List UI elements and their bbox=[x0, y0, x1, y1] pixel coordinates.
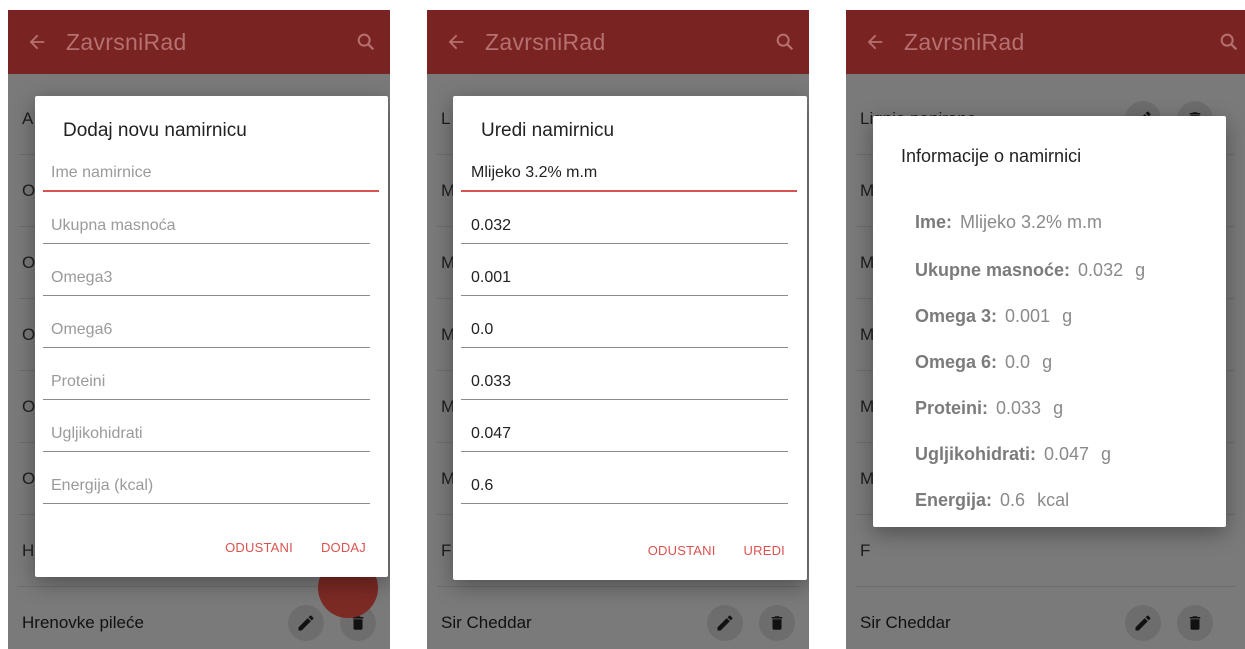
app-title: ZavrsniRad bbox=[485, 28, 606, 55]
search-icon[interactable] bbox=[761, 10, 809, 74]
list-item-name: Hrenovke pileće bbox=[22, 612, 144, 632]
info-row-total-fat: Ukupne masnoće: 0.032 g bbox=[915, 260, 1146, 280]
energy-input[interactable]: 0.6 bbox=[461, 460, 788, 504]
list-item[interactable]: Sir Cheddar bbox=[856, 587, 1235, 649]
dialog-actions: ODUSTANI UREDI bbox=[648, 543, 785, 558]
dialog-title: Dodaj novu namirnicu bbox=[63, 120, 247, 141]
total-fat-input[interactable]: 0.032 bbox=[461, 200, 788, 244]
edit-confirm-button[interactable]: UREDI bbox=[744, 543, 785, 558]
omega6-input[interactable]: Omega6 bbox=[43, 304, 370, 348]
dialog-title: Informacije o namirnici bbox=[901, 146, 1082, 166]
app-title: ZavrsniRad bbox=[904, 28, 1025, 55]
list-item-name: Sir Cheddar bbox=[860, 612, 951, 632]
carbohydrates-input[interactable]: Ugljikohidrati bbox=[43, 408, 370, 452]
food-name-input[interactable]: Mlijeko 3.2% m.m bbox=[461, 148, 797, 192]
protein-input[interactable]: 0.033 bbox=[461, 356, 788, 400]
delete-button[interactable] bbox=[1177, 604, 1213, 641]
list-item-name: Sir Cheddar bbox=[441, 612, 532, 632]
back-arrow-icon[interactable] bbox=[846, 10, 904, 74]
screen-edit-food: ZavrsniRad L M M M M M F Sir Cheddar Ure… bbox=[427, 10, 809, 649]
omega3-input[interactable]: Omega3 bbox=[43, 252, 370, 296]
dialog-title: Uredi namirnicu bbox=[481, 120, 615, 141]
info-row-omega6: Omega 6: 0.0 g bbox=[915, 352, 1053, 372]
app-bar: ZavrsniRad bbox=[846, 10, 1245, 74]
delete-button[interactable] bbox=[759, 604, 795, 641]
info-row-protein: Proteini: 0.033 g bbox=[915, 398, 1064, 418]
food-info-dialog: Informacije o namirnici Ime: Mlijeko 3.2%… bbox=[873, 116, 1226, 527]
add-button[interactable]: DODAJ bbox=[321, 540, 366, 555]
back-arrow-icon[interactable] bbox=[8, 10, 66, 74]
screen-add-food: ZavrsniRad A O O O O O H Hrenovke pileće… bbox=[8, 10, 390, 649]
pencil-icon bbox=[298, 614, 314, 630]
info-row-name: Ime: Mlijeko 3.2% m.m bbox=[915, 212, 1103, 232]
cancel-button[interactable]: ODUSTANI bbox=[648, 543, 716, 558]
cancel-button[interactable]: ODUSTANI bbox=[225, 540, 293, 555]
carbohydrates-input[interactable]: 0.047 bbox=[461, 408, 788, 452]
edit-button[interactable] bbox=[288, 604, 324, 641]
pencil-icon bbox=[1135, 614, 1151, 630]
trash-icon bbox=[1189, 615, 1201, 630]
back-arrow-icon[interactable] bbox=[427, 10, 485, 74]
list-item[interactable]: Sir Cheddar bbox=[437, 587, 799, 649]
app-bar: ZavrsniRad bbox=[8, 10, 390, 74]
search-icon[interactable] bbox=[342, 10, 390, 74]
screen-food-info: ZavrsniRad Lignje panirane M M M M M F S… bbox=[846, 10, 1245, 649]
search-icon[interactable] bbox=[1205, 10, 1245, 74]
total-fat-input[interactable]: Ukupna masnoća bbox=[43, 200, 370, 244]
app-title: ZavrsniRad bbox=[66, 28, 187, 55]
info-row-carbohydrates: Ugljikohidrati: 0.047 g bbox=[915, 444, 1112, 464]
protein-input[interactable]: Proteini bbox=[43, 356, 370, 400]
info-row-energy: Energija: 0.6 kcal bbox=[915, 490, 1070, 510]
omega6-input[interactable]: 0.0 bbox=[461, 304, 788, 348]
dialog-actions: ODUSTANI DODAJ bbox=[225, 540, 366, 555]
edit-food-dialog: Uredi namirnicu Mlijeko 3.2% m.m 0.032 0… bbox=[453, 96, 807, 580]
add-food-dialog: Dodaj novu namirnicu Ime namirnice Ukupn… bbox=[35, 96, 388, 577]
info-row-omega3: Omega 3: 0.001 g bbox=[915, 306, 1073, 326]
food-name-input[interactable]: Ime namirnice bbox=[43, 148, 379, 192]
edit-button[interactable] bbox=[1125, 604, 1161, 641]
energy-input[interactable]: Energija (kcal) bbox=[43, 460, 370, 504]
app-bar: ZavrsniRad bbox=[427, 10, 809, 74]
edit-button[interactable] bbox=[707, 604, 743, 641]
pencil-icon bbox=[717, 614, 733, 630]
omega3-input[interactable]: 0.001 bbox=[461, 252, 788, 296]
trash-icon bbox=[771, 615, 783, 630]
